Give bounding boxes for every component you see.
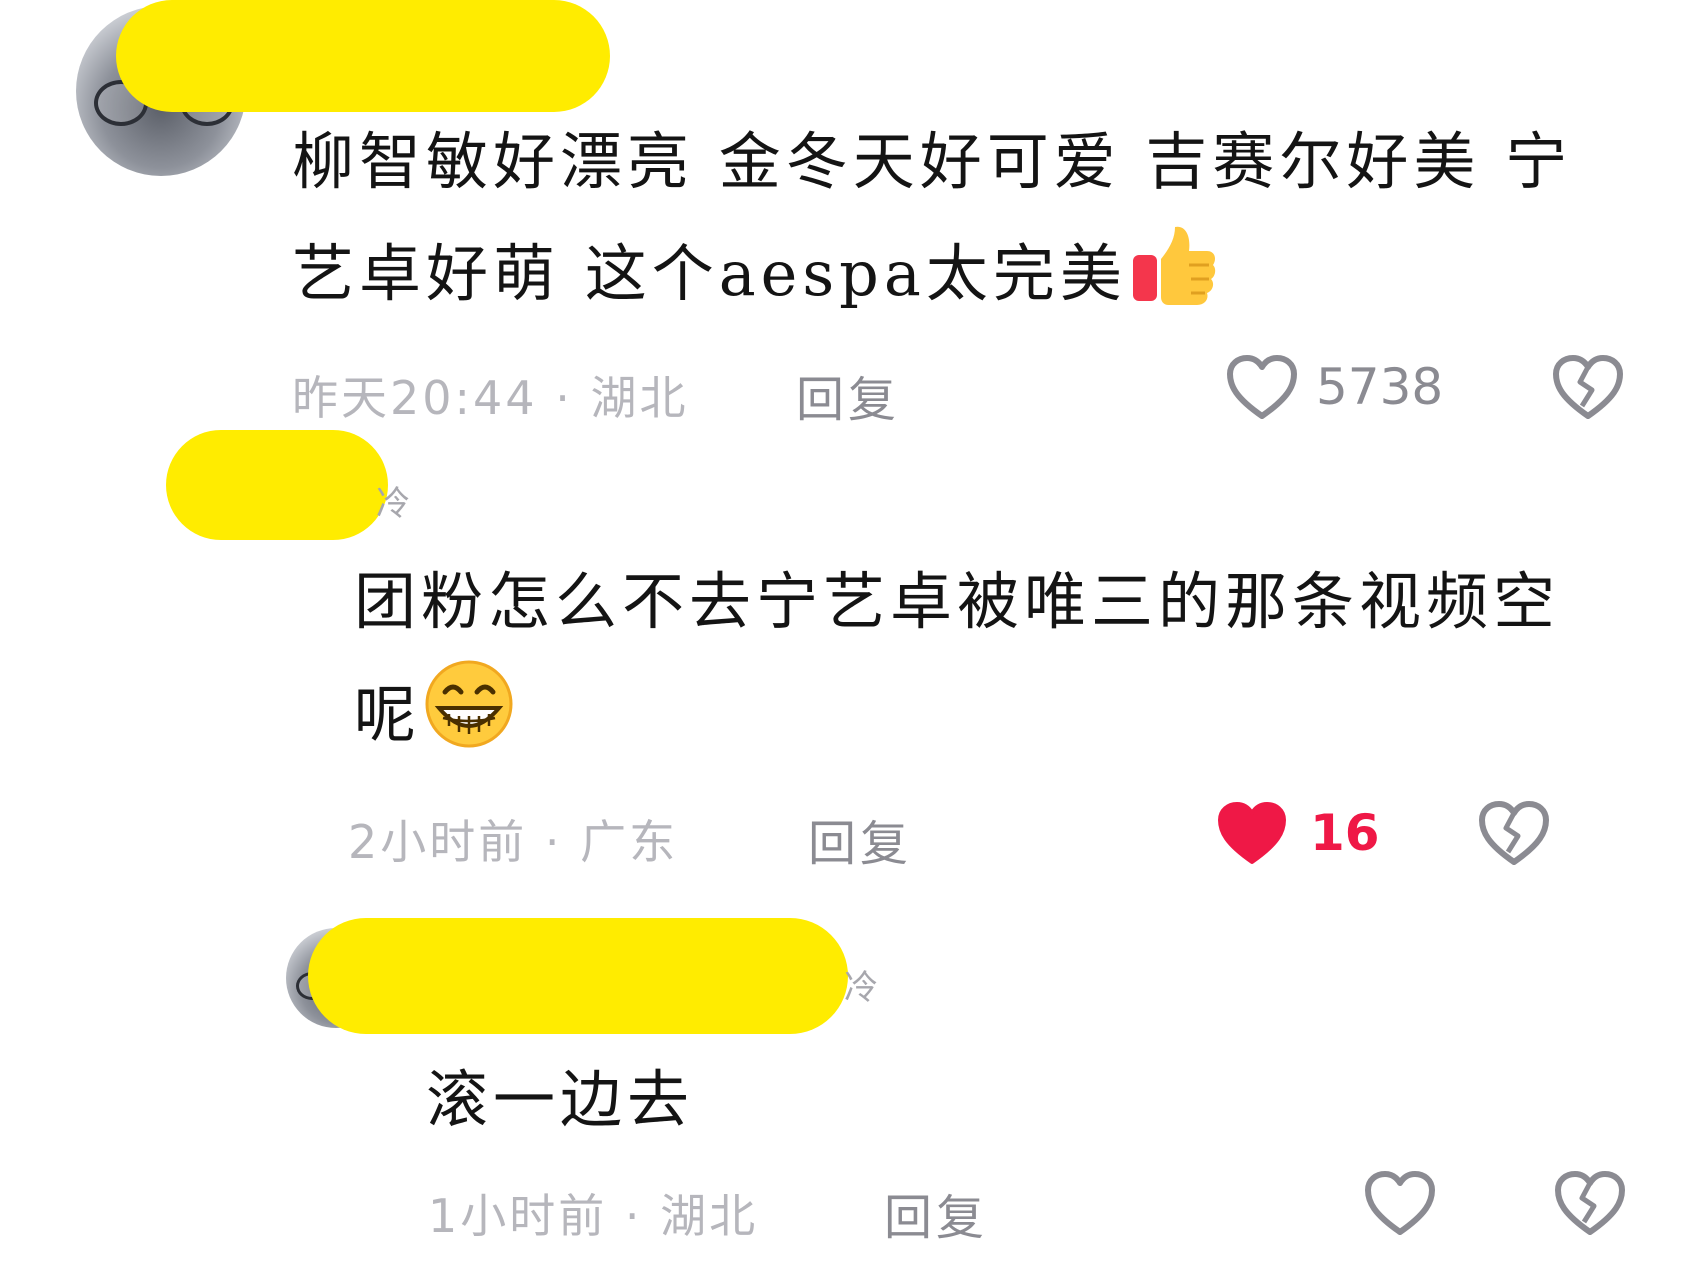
dislike-icon[interactable] — [1552, 354, 1624, 420]
comment-meta: 1小时前 · 湖北 — [428, 1180, 758, 1246]
dislike-icon[interactable] — [1554, 1170, 1626, 1236]
thumbs-up-icon — [1129, 221, 1217, 344]
reply-button[interactable]: 回复 — [808, 804, 912, 874]
location: 广东 — [580, 815, 679, 869]
location: 湖北 — [660, 1189, 759, 1243]
timestamp: 2小时前 — [348, 815, 528, 869]
username-redaction — [166, 430, 388, 540]
comment-text: 柳智敏好漂亮 金冬天好可爱 吉赛尔好美 宁艺卓好萌 这个aespa太完美 — [292, 106, 1632, 344]
comment-text: 团粉怎么不去宁艺卓被唯三的那条视频空呢 — [354, 546, 1614, 785]
username-redaction — [116, 0, 610, 112]
comment-meta: 昨天20:44 · 湖北 — [292, 362, 688, 428]
like-icon[interactable] — [1364, 1170, 1436, 1236]
reply-button[interactable]: 回复 — [884, 1178, 988, 1248]
username-suffix[interactable]: 冷 — [376, 476, 410, 525]
comment-text: 滚一边去 — [426, 1063, 695, 1136]
like-count: 16 — [1310, 804, 1380, 862]
like-icon-filled[interactable] — [1216, 800, 1288, 866]
reply-button[interactable]: 回复 — [796, 360, 900, 430]
username-redaction — [308, 918, 848, 1034]
meta-separator: · — [544, 815, 563, 869]
grinning-face-icon — [423, 658, 515, 785]
meta-separator: · — [624, 1189, 643, 1243]
username-suffix[interactable]: 冷 — [844, 960, 878, 1009]
timestamp: 1小时前 — [428, 1189, 608, 1243]
location: 湖北 — [590, 371, 689, 425]
timestamp: 昨天20:44 — [292, 371, 538, 425]
comment-meta: 2小时前 · 广东 — [348, 806, 678, 872]
dislike-icon[interactable] — [1478, 800, 1550, 866]
meta-separator: · — [555, 371, 573, 425]
like-count: 5738 — [1316, 358, 1444, 416]
like-icon[interactable] — [1226, 354, 1298, 420]
